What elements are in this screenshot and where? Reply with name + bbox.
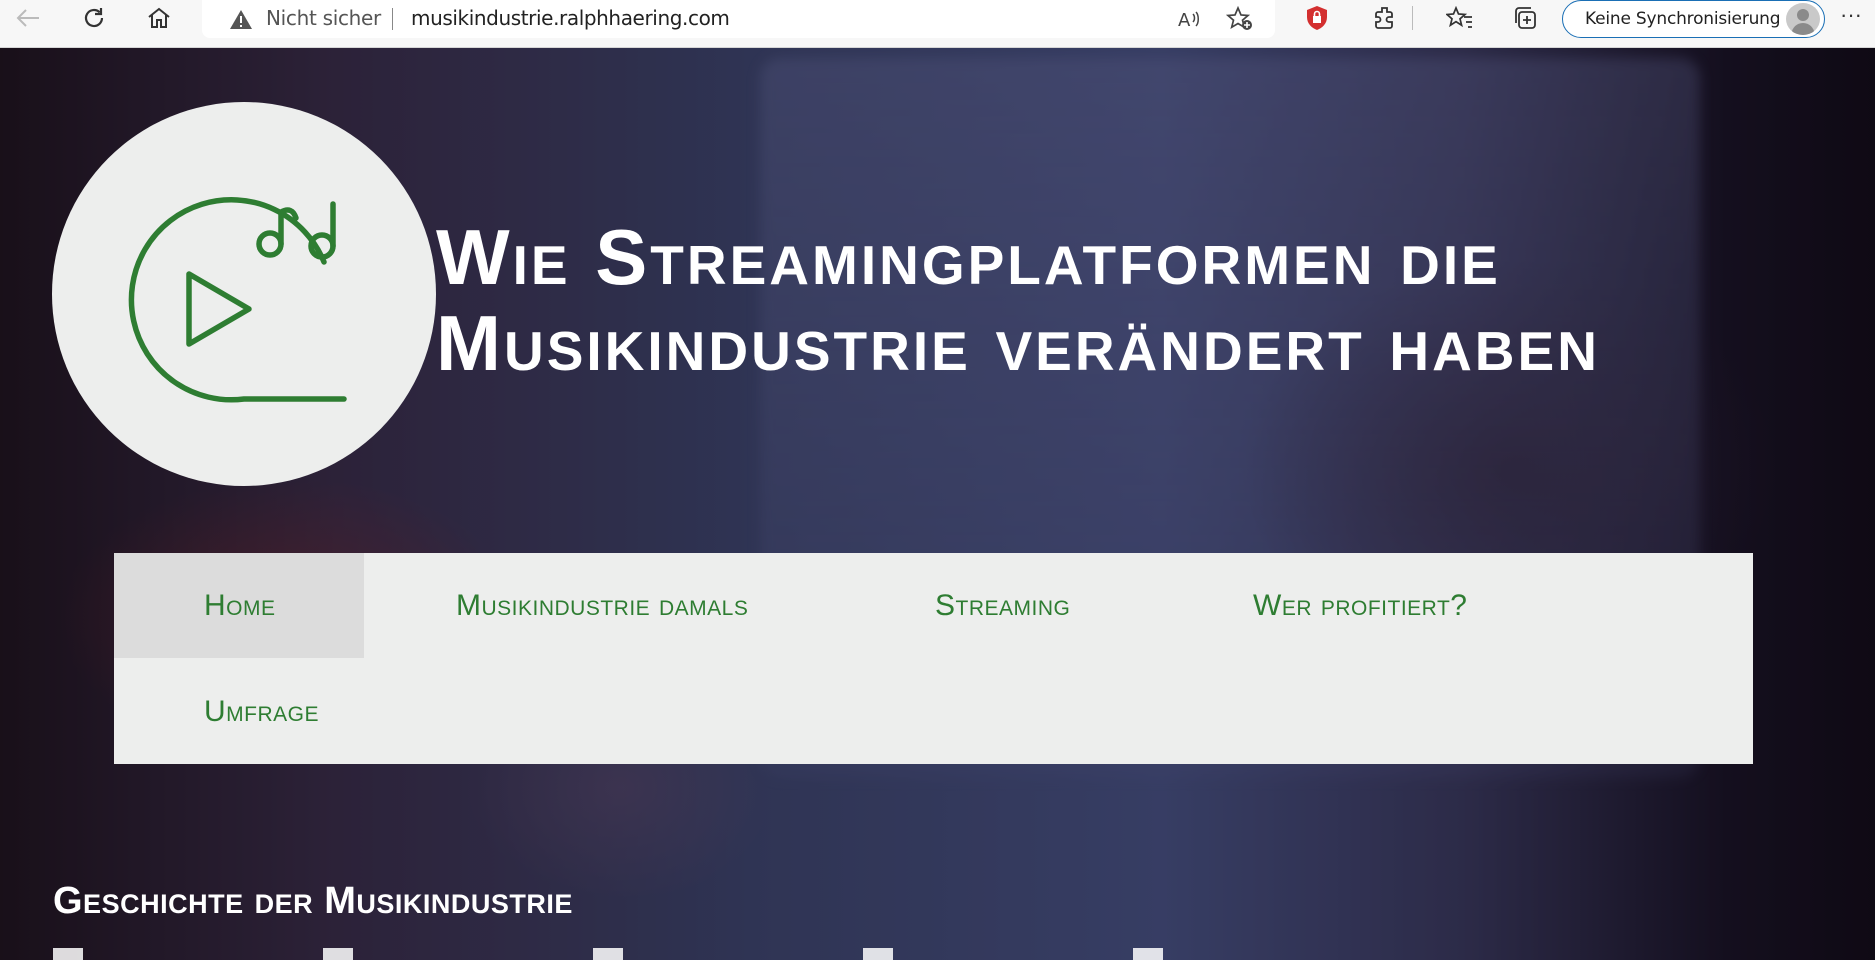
favorites-icon [1446, 6, 1472, 28]
nav-streaming[interactable]: Streaming [935, 553, 1070, 658]
home-button[interactable] [139, 2, 179, 34]
text-fragment [593, 948, 623, 960]
text-fragment [53, 948, 83, 960]
nav-umfrage[interactable]: Umfrage [204, 659, 319, 764]
svg-text:A: A [1178, 10, 1191, 30]
nav-musikindustrie-damals[interactable]: Musikindustrie damals [456, 553, 748, 658]
sync-label: Keine Synchronisierung [1585, 9, 1781, 29]
warning-icon [230, 10, 252, 29]
nav-wer-profitiert[interactable]: Wer profitiert? [1253, 553, 1467, 658]
toolbar-divider [1402, 2, 1422, 34]
read-aloud-icon: A [1178, 10, 1199, 30]
site-title: Wie Streamingplatformen die Musikindustr… [436, 213, 1600, 387]
favorites-button[interactable] [1440, 2, 1480, 34]
extensions-icon [1375, 7, 1393, 29]
security-warning-label[interactable]: Nicht sicher [266, 6, 381, 30]
extensions-button[interactable] [1365, 2, 1405, 34]
shield-extension-button[interactable] [1297, 2, 1337, 34]
address-bar[interactable]: Nicht sicher musikindustrie.ralphhaering… [202, 0, 1275, 38]
text-fragment [1133, 948, 1163, 960]
collections-button[interactable] [1505, 2, 1545, 34]
add-favorite-icon [1226, 6, 1252, 30]
cut-off-text-line [53, 948, 1553, 960]
text-fragment [863, 948, 893, 960]
site-logo[interactable] [52, 102, 436, 486]
address-separator [392, 8, 393, 30]
profile-icon [1786, 3, 1820, 35]
refresh-icon [84, 8, 104, 28]
back-icon [16, 9, 39, 27]
back-button[interactable] [8, 2, 48, 34]
sync-profile-button[interactable]: Keine Synchronisierung [1562, 0, 1825, 38]
url-text[interactable]: musikindustrie.ralphhaering.com [411, 6, 730, 30]
main-navigation: Home Musikindustrie damals Streaming Wer… [114, 553, 1753, 764]
section-heading: Geschichte der Musikindustrie [53, 880, 573, 922]
web-page: Wie Streamingplatformen die Musikindustr… [0, 48, 1875, 960]
more-icon[interactable]: ··· [1840, 2, 1862, 28]
music-play-icon [128, 197, 347, 403]
collections-icon [1515, 7, 1536, 29]
home-icon [148, 7, 170, 28]
add-favorite-button[interactable] [1224, 4, 1256, 34]
read-aloud-button[interactable]: A [1174, 4, 1206, 34]
refresh-button[interactable] [74, 2, 114, 34]
shield-extension-icon [1307, 6, 1327, 30]
text-fragment [323, 948, 353, 960]
nav-home[interactable]: Home [114, 553, 364, 658]
browser-toolbar: Nicht sicher musikindustrie.ralphhaering… [0, 0, 1875, 48]
